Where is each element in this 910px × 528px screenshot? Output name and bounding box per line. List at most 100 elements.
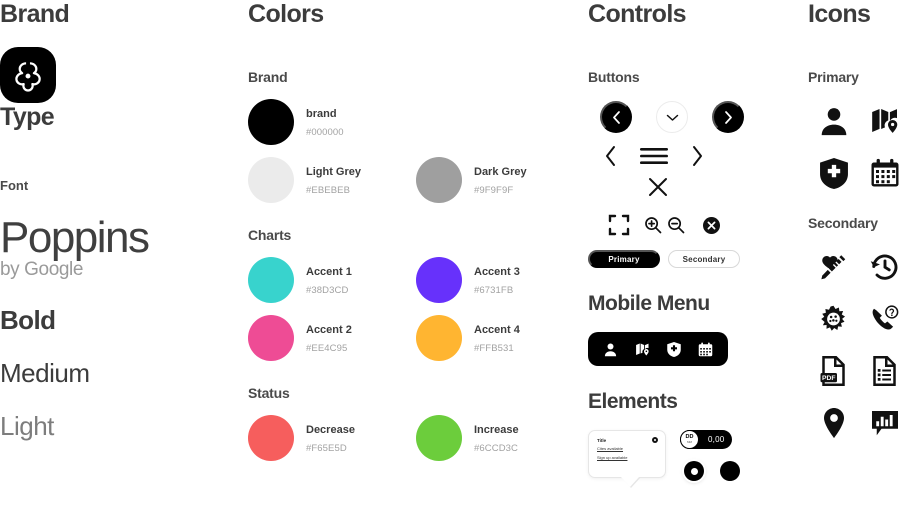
column-brand: Brand Type Font Poppins by Google Bold M… [0, 0, 240, 442]
section-icons-secondary: Secondary [808, 215, 878, 231]
label-font: Font [0, 178, 29, 193]
next-circle-button[interactable] [712, 101, 744, 133]
tooltip-card: Title Cites available Sign up available [588, 430, 666, 488]
color-dot [248, 257, 294, 303]
close-circle-filled-icon [703, 216, 720, 234]
zoom-in-button[interactable] [644, 216, 662, 234]
color-dot [248, 157, 294, 203]
elements-row: Title Cites available Sign up available … [588, 430, 796, 488]
page-title-brand: Brand [0, 0, 70, 28]
radio-row [680, 461, 740, 481]
section-title-type: Type [0, 103, 55, 131]
shield-cross-icon[interactable] [667, 341, 681, 357]
calendar-icon[interactable] [859, 147, 910, 199]
icon-group-primary [808, 95, 910, 199]
zoom-in-icon [644, 216, 662, 234]
close-circle-button[interactable] [703, 216, 720, 234]
utility-button-row [588, 214, 796, 236]
phone-question-icon[interactable] [859, 293, 910, 345]
map-pin-icon[interactable] [635, 342, 650, 357]
swatch-group-brand: brand #000000 Light Grey #EBEBEB Dark Gr… [248, 99, 584, 215]
font-weight-medium: Medium [0, 358, 90, 389]
column-colors: Colors Brand brand #000000 Light Grey #E… [248, 0, 584, 473]
clock-history-icon[interactable] [859, 241, 910, 293]
person-icon[interactable] [808, 95, 859, 147]
primary-pill-button[interactable]: Primary [588, 250, 660, 268]
color-hex: #FFB531 [474, 343, 514, 354]
color-dot [248, 99, 294, 145]
close-x-icon [648, 177, 668, 197]
color-hex: #EBEBEB [306, 185, 351, 196]
chart-bubble-icon[interactable] [859, 397, 910, 449]
color-name: Light Grey [306, 166, 362, 178]
swatch-group-status: Decrease #F65E5D Increase #6CCD3C [248, 415, 584, 473]
radio-filled[interactable] [720, 461, 740, 481]
plain-button-row [588, 145, 796, 167]
chevron-right-icon [724, 110, 733, 124]
calendar-icon[interactable] [698, 341, 713, 357]
zoom-out-icon [667, 216, 685, 234]
color-name: Decrease [306, 424, 355, 436]
next-button[interactable] [691, 145, 704, 167]
prev-circle-button[interactable] [600, 101, 632, 133]
person-icon[interactable] [603, 342, 618, 357]
circle-button-row [588, 101, 796, 133]
menu-button[interactable] [639, 146, 669, 166]
font-weight-light: Light [0, 411, 54, 442]
color-hex: #EE4C95 [306, 343, 348, 354]
color-hex: #6731FB [474, 285, 514, 296]
vaccine-heart-icon[interactable] [808, 241, 859, 293]
tooltip-link-2[interactable]: Sign up available [597, 455, 657, 461]
icon-group-secondary: PDF [808, 241, 910, 449]
color-name: Accent 2 [306, 324, 352, 336]
map-pin-icon[interactable] [859, 95, 910, 147]
color-hex: #6CCD3C [474, 443, 518, 454]
gear-icon[interactable] [652, 437, 658, 443]
brand-logo [0, 47, 56, 103]
swatch-item: Decrease #F65E5D [248, 415, 416, 461]
color-hex: #000000 [306, 127, 344, 138]
mobile-menu-bar [588, 332, 728, 366]
value-controls: DD MM 0,00 [680, 430, 740, 481]
page-title-icons: Icons [808, 0, 871, 28]
svg-text:PDF: PDF [822, 375, 836, 382]
shield-cross-icon[interactable] [808, 147, 859, 199]
swatch-item: Dark Grey #9F9F9F [416, 157, 584, 203]
expand-circle-button[interactable] [656, 101, 688, 133]
document-list-icon[interactable] [859, 345, 910, 397]
font-author: by Google [0, 259, 84, 281]
virus-icon[interactable] [808, 293, 859, 345]
secondary-pill-button[interactable]: Secondary [668, 250, 740, 268]
section-elements: Elements [588, 390, 678, 413]
fullscreen-icon [608, 214, 630, 236]
tooltip-title: Title [597, 438, 607, 443]
color-hex: #F65E5D [306, 443, 347, 454]
value-pill[interactable]: DD MM 0,00 [680, 430, 732, 449]
zoom-out-button[interactable] [667, 216, 685, 234]
value-pill-knob[interactable]: DD MM [680, 430, 699, 449]
section-colors-charts: Charts [248, 227, 292, 243]
color-dot [248, 315, 294, 361]
value-pill-value: 0,00 [708, 435, 725, 444]
swatch-item: Accent 4 #FFB531 [416, 315, 584, 361]
color-hex: #38D3CD [306, 285, 349, 296]
pdf-file-icon[interactable]: PDF [808, 345, 859, 397]
radio-selected[interactable] [684, 461, 704, 481]
section-buttons: Buttons [588, 69, 640, 85]
chevron-left-icon [604, 145, 617, 167]
pill-button-row: Primary Secondary [588, 250, 796, 268]
section-colors-brand: Brand [248, 69, 288, 85]
close-button[interactable] [648, 177, 668, 197]
hamburger-menu-icon [639, 146, 669, 166]
tooltip-link-1[interactable]: Cites available [597, 446, 657, 452]
section-colors-status: Status [248, 385, 290, 401]
fullscreen-button[interactable] [608, 214, 630, 236]
color-dot [416, 157, 462, 203]
font-weight-bold: Bold [0, 305, 56, 336]
location-pin-icon[interactable] [808, 397, 859, 449]
color-hex: #9F9F9F [474, 185, 514, 196]
section-mobile-menu: Mobile Menu [588, 292, 710, 315]
prev-button[interactable] [604, 145, 617, 167]
font-name: Poppins [0, 213, 150, 262]
page-title-controls: Controls [588, 0, 687, 28]
